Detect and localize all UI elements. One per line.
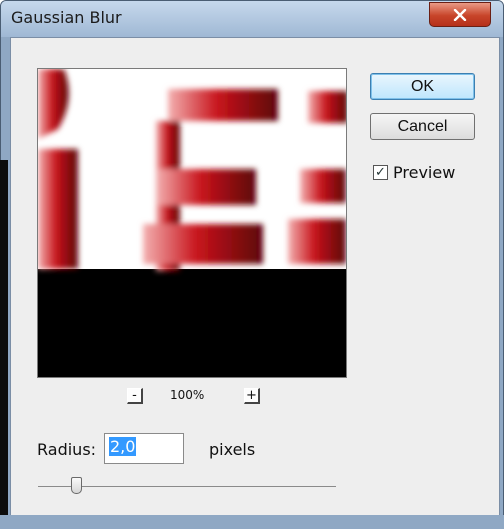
radius-input[interactable]: 2,0 [104, 433, 184, 464]
close-icon [453, 8, 467, 21]
radius-units: pixels [209, 440, 256, 459]
preview-toggle[interactable]: ✓ Preview [373, 163, 455, 182]
dialog-title: Gaussian Blur [11, 8, 122, 27]
radius-value: 2,0 [109, 437, 137, 456]
window-frame-bottom [0, 515, 504, 529]
preview-image[interactable] [37, 68, 347, 378]
window-frame-edge [0, 160, 8, 529]
radius-slider-thumb[interactable] [71, 477, 82, 494]
radius-slider-track[interactable] [38, 486, 336, 487]
title-bar[interactable]: Gaussian Blur [1, 1, 503, 37]
cancel-button[interactable]: Cancel [370, 113, 475, 140]
blurred-text-preview [38, 69, 346, 377]
zoom-out-button[interactable]: - [127, 388, 143, 404]
close-button[interactable] [429, 2, 491, 27]
checkmark-icon: ✓ [375, 165, 386, 180]
ok-button[interactable]: OK [370, 73, 475, 100]
preview-checkbox[interactable]: ✓ [373, 165, 388, 180]
zoom-in-button[interactable]: + [244, 388, 260, 404]
radius-label: Radius: [37, 440, 97, 459]
preview-label: Preview [393, 163, 456, 182]
zoom-level: 100% [170, 388, 205, 402]
